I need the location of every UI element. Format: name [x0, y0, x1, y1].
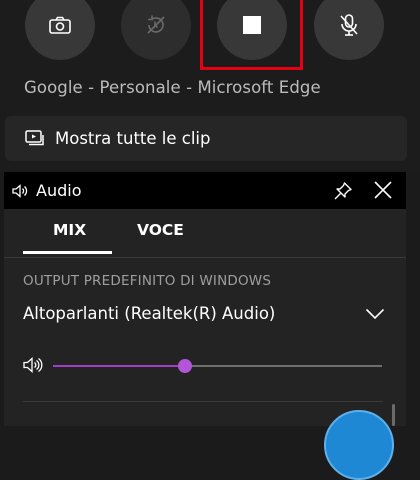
capture-widget: Google - Personale - Microsoft Edge Most…	[0, 0, 420, 170]
selected-tab-indicator	[23, 251, 112, 254]
master-volume-row	[23, 355, 387, 377]
tab-mix[interactable]: MIX	[53, 221, 86, 239]
section-divider	[23, 401, 383, 402]
audio-widget: Audio MIX VOCE OUTPUT PREDEFINITO DI WIN…	[4, 172, 406, 480]
tabs-divider	[4, 257, 406, 258]
volume-slider[interactable]	[53, 359, 382, 373]
screenshot-button[interactable]	[25, 0, 95, 60]
chevron-down-icon	[365, 308, 385, 320]
scrollbar[interactable]	[392, 404, 395, 426]
tab-voce[interactable]: VOCE	[137, 221, 184, 239]
volume-slider-thumb[interactable]	[177, 359, 192, 373]
app-icon	[324, 410, 394, 480]
output-device-dropdown[interactable]: Altoparlanti (Realtek(R) Audio)	[23, 304, 387, 330]
output-device-value: Altoparlanti (Realtek(R) Audio)	[23, 304, 276, 323]
audio-widget-title: Audio	[36, 181, 82, 200]
audio-tabs: MIX VOCE	[4, 209, 406, 255]
audio-widget-header: Audio	[4, 172, 406, 209]
show-all-clips-button[interactable]: Mostra tutte le clip	[5, 116, 407, 161]
gallery-icon	[25, 129, 45, 148]
captured-window-title: Google - Personale - Microsoft Edge	[24, 78, 321, 97]
record-last-30s-button[interactable]	[121, 0, 191, 60]
stop-button-highlight	[200, 0, 303, 70]
speaker-icon	[12, 183, 28, 198]
camera-icon	[49, 16, 71, 34]
replay-disabled-icon	[144, 13, 168, 37]
pin-icon[interactable]	[333, 181, 353, 201]
volume-icon[interactable]	[23, 357, 43, 373]
mic-muted-icon	[338, 13, 360, 37]
show-all-clips-label: Mostra tutte le clip	[55, 129, 211, 148]
volume-slider-fill	[53, 365, 185, 367]
default-output-label: OUTPUT PREDEFINITO DI WINDOWS	[23, 273, 272, 289]
mic-toggle-button[interactable]	[314, 0, 384, 60]
close-icon[interactable]	[373, 180, 393, 200]
